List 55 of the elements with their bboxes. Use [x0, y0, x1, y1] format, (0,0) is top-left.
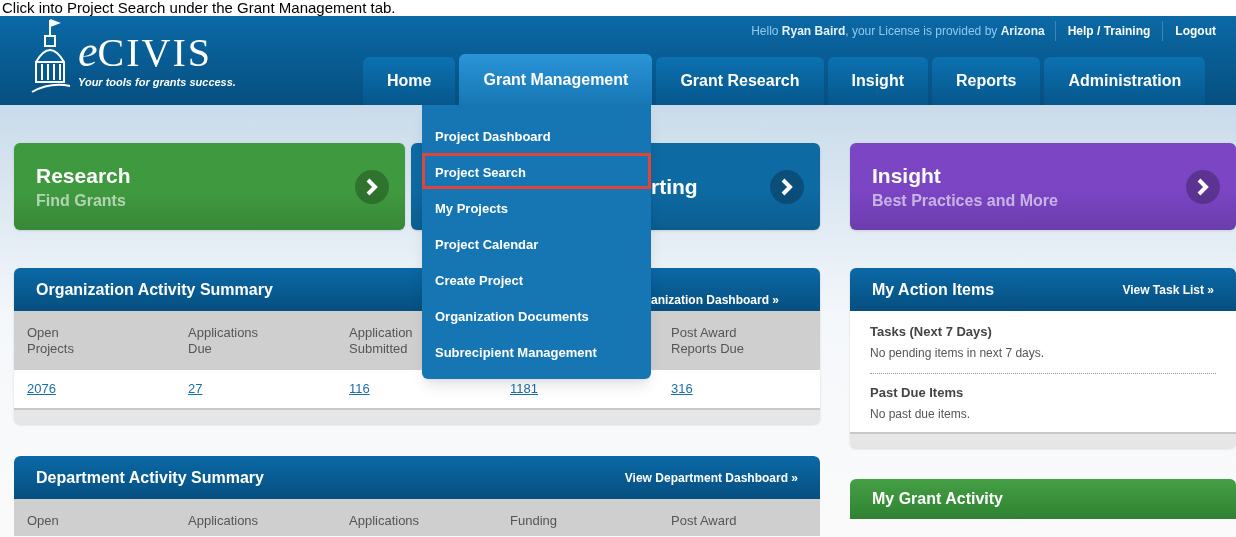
tile-title: Insight	[872, 162, 942, 189]
count-link[interactable]: 116	[349, 379, 370, 399]
tile-title: rting	[651, 173, 698, 200]
menu-item[interactable]: Organization Documents	[422, 297, 651, 333]
column-header: Open	[27, 513, 59, 529]
panel-title: Department Activity Summary	[36, 467, 264, 488]
chevron-right-icon[interactable]	[770, 169, 804, 204]
tagline: Your tools for grants success.	[78, 75, 236, 91]
section-text: No pending items in next 7 days.	[870, 345, 1046, 362]
tile-card[interactable]: Research Find Grants	[14, 143, 405, 230]
menu-item[interactable]: Project Search	[422, 153, 651, 189]
greeting-text: Hello Ryan Baird, your License is provided by Arizona	[750, 23, 1046, 40]
column-header: Post Award	[671, 513, 737, 529]
nav-tab[interactable]: Home	[363, 57, 456, 105]
panel-title: Organization Activity Summary	[36, 279, 273, 300]
section-heading: Past Due Items	[870, 384, 965, 402]
count-link[interactable]: 27	[188, 379, 203, 399]
logo-initial: e	[78, 31, 98, 74]
menu-item[interactable]: Project Calendar	[422, 225, 651, 261]
column-header: Funding	[510, 513, 557, 529]
menu-item[interactable]: Create Project	[422, 261, 651, 297]
tile-title: Research	[36, 162, 131, 189]
count-link[interactable]: 2076	[27, 379, 56, 399]
column-header: Open Projects	[27, 325, 74, 357]
count-link[interactable]: 1181	[510, 379, 538, 399]
column-header: Post Award Reports Due	[671, 325, 744, 357]
nav-tab[interactable]: Grant Management	[459, 54, 653, 106]
tile-subtitle: Best Practices and More	[872, 190, 1058, 211]
panel-link[interactable]: anization Dashboard »	[651, 291, 780, 309]
caption: Click into Project Search under the Grant Management tab.	[2, 0, 396, 16]
column-header: Applications	[188, 513, 259, 529]
panel-title: My Grant Activity	[872, 490, 1003, 507]
chevron-right-icon[interactable]	[355, 169, 389, 204]
nav-tab[interactable]: Administration	[1044, 57, 1206, 105]
panel-link[interactable]: View Task List »	[1122, 280, 1214, 299]
header-link[interactable]: Help / Training	[1054, 21, 1163, 41]
nav-tab[interactable]: Reports	[932, 57, 1041, 105]
section-text: No past due items.	[870, 406, 972, 423]
tile-subtitle: Find Grants	[36, 190, 127, 211]
menu-item[interactable]: My Projects	[422, 189, 651, 225]
nav-tab[interactable]: Insight	[827, 57, 928, 105]
header-link[interactable]: Logout	[1162, 21, 1228, 41]
logo-text: CIVIS	[97, 32, 212, 75]
menu-item[interactable]: Subrecipient Management	[422, 333, 651, 369]
column-header: Applications Due	[188, 325, 259, 357]
menu-item[interactable]: Project Dashboard	[422, 117, 651, 153]
column-header: Applications	[349, 513, 420, 529]
section-heading: Tasks (Next 7 Days)	[870, 323, 993, 341]
panel-link[interactable]: View Department Dashboard »	[624, 468, 798, 487]
tile-card[interactable]: Insight Best Practices and More	[850, 143, 1236, 230]
count-link[interactable]: 316	[671, 379, 693, 399]
nav-tab[interactable]: Grant Research	[656, 57, 824, 105]
chevron-right-icon[interactable]	[1186, 169, 1220, 204]
column-header: Application Submitted	[349, 325, 413, 357]
panel-title: My Action Items	[872, 279, 995, 300]
